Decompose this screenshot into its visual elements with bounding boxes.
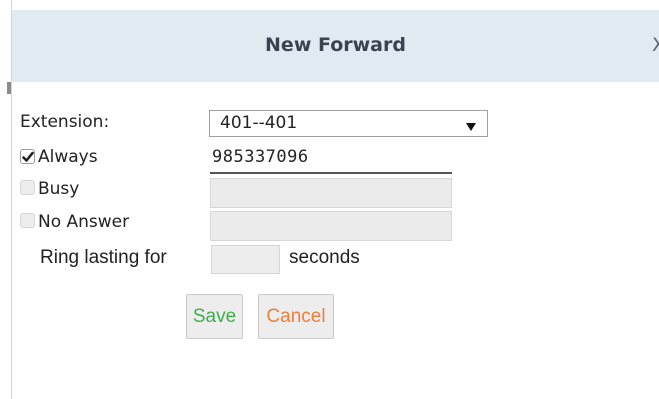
busy-checkbox[interactable]: [20, 180, 35, 195]
ring-lasting-label: Ring lasting for: [40, 247, 167, 268]
cancel-button[interactable]: Cancel: [258, 294, 334, 339]
extension-select[interactable]: 401--401: [209, 110, 488, 137]
dropdown-arrow-icon: [465, 117, 477, 136]
always-label: Always: [38, 147, 98, 167]
checkmark-icon: [22, 151, 34, 162]
seconds-label: seconds: [289, 247, 360, 268]
extension-select-value: 401--401: [220, 113, 298, 133]
busy-label: Busy: [38, 179, 80, 199]
close-icon[interactable]: X: [652, 34, 659, 56]
no-answer-label: No Answer: [38, 212, 130, 232]
new-forward-dialog: New Forward X Extension: 401--401 Always…: [0, 0, 659, 399]
save-button[interactable]: Save: [186, 294, 243, 339]
no-answer-checkbox[interactable]: [20, 213, 35, 228]
busy-number-input[interactable]: [210, 178, 452, 208]
dialog-title: New Forward: [265, 34, 406, 56]
dialog-titlebar: New Forward X: [12, 10, 659, 82]
extension-label: Extension:: [20, 112, 110, 132]
edge-marker: [7, 82, 11, 94]
always-number-value: 985337096: [212, 147, 309, 167]
ring-seconds-input[interactable]: [211, 245, 280, 274]
no-answer-number-input[interactable]: [210, 211, 452, 241]
always-number-input[interactable]: 985337096: [210, 146, 452, 174]
always-checkbox[interactable]: [20, 149, 35, 164]
